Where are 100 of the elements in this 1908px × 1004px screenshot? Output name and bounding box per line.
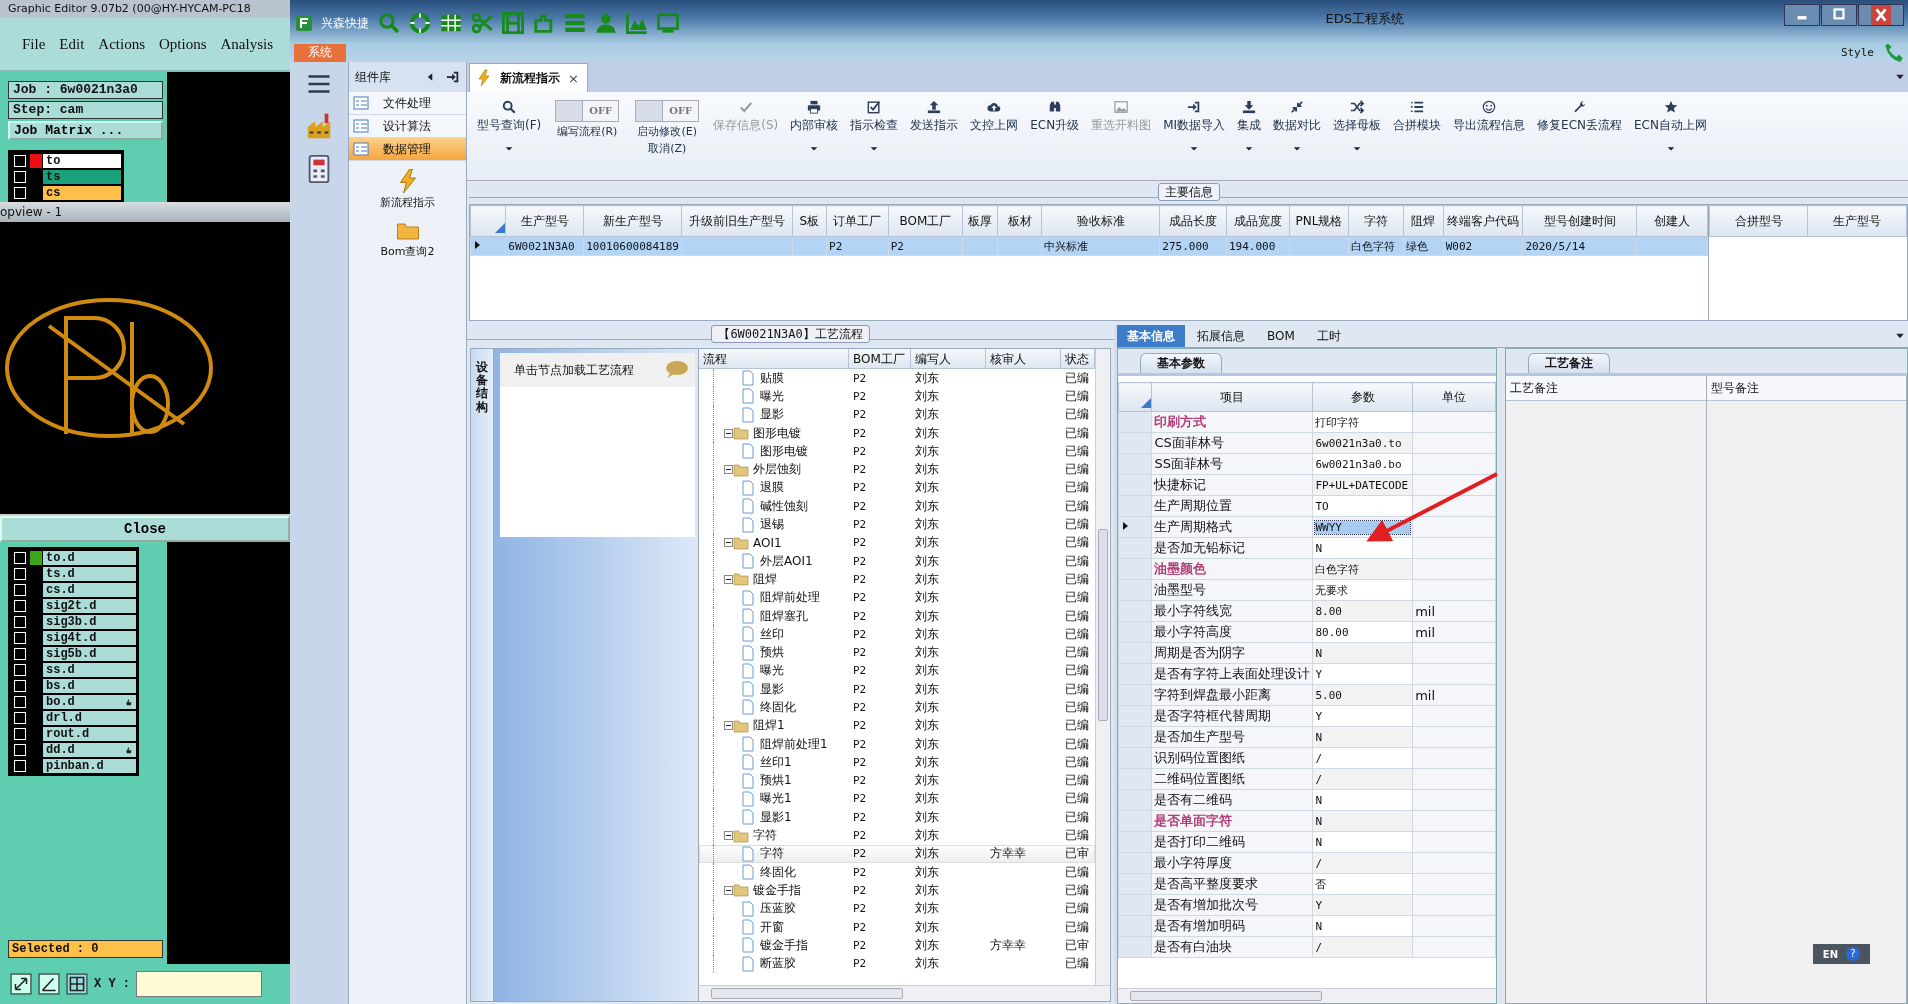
checkbox[interactable] (14, 583, 26, 596)
column-header[interactable]: PNL规格 (1289, 205, 1349, 237)
menu-item[interactable]: File (22, 35, 46, 53)
checkbox[interactable] (14, 170, 26, 183)
scrollbar[interactable] (699, 985, 1110, 1001)
tab[interactable]: 基本信息 (1117, 325, 1185, 347)
close-icon[interactable] (1858, 4, 1904, 26)
job-matrix-button[interactable]: Job Matrix ... (8, 121, 163, 140)
column-header[interactable]: 核审人 (986, 349, 1061, 368)
checkbox[interactable] (14, 186, 26, 199)
tree-node[interactable]: 阻焊1 (753, 717, 785, 735)
column-header[interactable]: 新生产型号 (583, 205, 682, 237)
tab[interactable]: 工时 (1306, 325, 1351, 347)
angle-icon[interactable] (38, 973, 60, 995)
tree-node[interactable]: 贴膜 (760, 369, 784, 387)
tree-node[interactable]: 阻焊前处理1 (760, 735, 828, 753)
tree-node[interactable]: 预烘1 (760, 772, 792, 790)
checkbox[interactable] (14, 154, 26, 167)
column-header[interactable]: 创建人 (1636, 205, 1708, 237)
collapse-icon[interactable] (724, 831, 733, 841)
column-header[interactable]: 型号备注 (1706, 376, 1906, 401)
column-header[interactable]: 编写人 (911, 349, 986, 368)
collapse-icon[interactable] (724, 721, 733, 731)
tree-node[interactable]: 丝印1 (760, 753, 792, 771)
help-button[interactable]: ? (1846, 947, 1860, 961)
lifebuoy-icon[interactable] (409, 12, 431, 34)
menu-icon[interactable] (307, 72, 331, 96)
tree-node[interactable]: 显影 (760, 406, 784, 424)
toolbar-button[interactable]: ECN升级 (1024, 100, 1086, 134)
minimize-icon[interactable] (1784, 4, 1820, 26)
tree-node[interactable]: 字符 (753, 827, 777, 845)
scrollbar[interactable] (1118, 988, 1496, 1003)
tree-node[interactable]: 镀金手指 (760, 936, 808, 954)
checkbox[interactable] (14, 679, 26, 692)
toolbar-button[interactable]: 发送指示 (904, 100, 965, 134)
tree-node[interactable]: 镀金手指 (753, 881, 801, 899)
scrollbar[interactable] (1095, 349, 1110, 985)
column-header[interactable]: 验收标准 (1041, 205, 1160, 237)
toolbar-button[interactable]: ECN自动上网 (1628, 100, 1713, 153)
tree-node[interactable]: 退锡 (760, 516, 784, 533)
tree-node[interactable]: AOI1 (753, 535, 782, 550)
checkbox[interactable] (14, 647, 26, 660)
menu-item[interactable]: Edit (59, 35, 85, 53)
sidebar-item[interactable]: 设计算法 (349, 115, 466, 138)
column-header[interactable]: 单位 (1412, 382, 1496, 412)
column-header[interactable]: 参数 (1312, 382, 1413, 412)
toolbar-button[interactable]: 指示检查 (844, 100, 905, 153)
tab[interactable]: BOM (1257, 325, 1305, 347)
tree-node[interactable]: 阻焊塞孔 (760, 607, 808, 625)
sidebar-item[interactable]: 数据管理 (349, 138, 466, 161)
checkbox[interactable] (14, 663, 26, 676)
language-indicator[interactable]: EN (1822, 948, 1838, 960)
toolbar-button[interactable]: 集成 (1231, 100, 1268, 153)
checkbox[interactable] (14, 599, 26, 612)
checkbox[interactable] (14, 727, 26, 740)
collapse-icon[interactable] (724, 538, 733, 548)
column-header[interactable]: 流程 (699, 349, 849, 368)
column-header[interactable]: 合拼型号 (1709, 205, 1808, 237)
side-tab[interactable]: 设备结构 (471, 349, 494, 1001)
checkbox[interactable] (14, 631, 26, 644)
tree-node[interactable]: 开窗 (760, 918, 784, 936)
checkbox[interactable] (14, 551, 26, 564)
collapse-icon[interactable] (724, 465, 733, 475)
collapse-icon[interactable] (724, 885, 733, 895)
tree-node[interactable]: 断蓝胶 (760, 955, 796, 973)
menu-item[interactable]: Actions (98, 35, 145, 53)
layer-name[interactable]: ts (43, 169, 121, 184)
tree-node[interactable]: 预烘 (760, 644, 784, 662)
tab[interactable]: 拓展信息 (1187, 325, 1255, 347)
tree-node[interactable]: 阻焊 (753, 570, 777, 588)
tool-button[interactable]: Bom查询2 (349, 210, 466, 259)
toolbar-button[interactable]: 导出流程信息 (1447, 100, 1532, 134)
close-button[interactable]: × (568, 70, 579, 86)
tool-button[interactable]: 新流程指示 (349, 161, 466, 210)
layer-name[interactable]: to (43, 153, 121, 168)
column-header[interactable]: 升级前旧生产型号 (681, 205, 792, 237)
tree-node[interactable]: 图形电镀 (760, 442, 808, 460)
table-icon[interactable] (440, 12, 462, 34)
column-header[interactable]: 终端客户代码 (1443, 205, 1523, 237)
toolbar-button[interactable]: 合拼模块 (1387, 100, 1448, 134)
tree-node[interactable]: 曝光1 (760, 790, 792, 808)
column-header[interactable]: 阻焊 (1403, 205, 1444, 237)
close-button[interactable]: Close (0, 516, 290, 542)
column-header[interactable]: 成品宽度 (1226, 205, 1290, 237)
column-header[interactable]: 成品长度 (1159, 205, 1227, 237)
grid-icon[interactable] (66, 973, 88, 995)
column-header[interactable]: 生产型号 (1807, 205, 1907, 237)
column-header[interactable]: BOM工厂 (849, 349, 911, 368)
checkbox[interactable] (14, 743, 26, 756)
tree-node[interactable]: 终固化 (760, 699, 796, 716)
toolbar-button[interactable]: 型号查询(F) (471, 100, 548, 153)
column-header[interactable]: 生产型号 (505, 205, 584, 237)
tree-node[interactable]: 外层AOI1 (760, 552, 813, 570)
toolbar-button[interactable]: 修复ECN丢流程 (1531, 100, 1629, 134)
column-header[interactable]: 型号创建时间 (1523, 205, 1637, 237)
column-header[interactable]: 订单工厂 (826, 205, 889, 237)
toolbar-button[interactable]: 数据对比 (1267, 100, 1328, 153)
tree-node[interactable]: 碱性蚀刻 (760, 497, 808, 515)
tree-node[interactable]: 字符 (760, 845, 784, 863)
toolbar-button[interactable]: 内部审核 (784, 100, 845, 153)
